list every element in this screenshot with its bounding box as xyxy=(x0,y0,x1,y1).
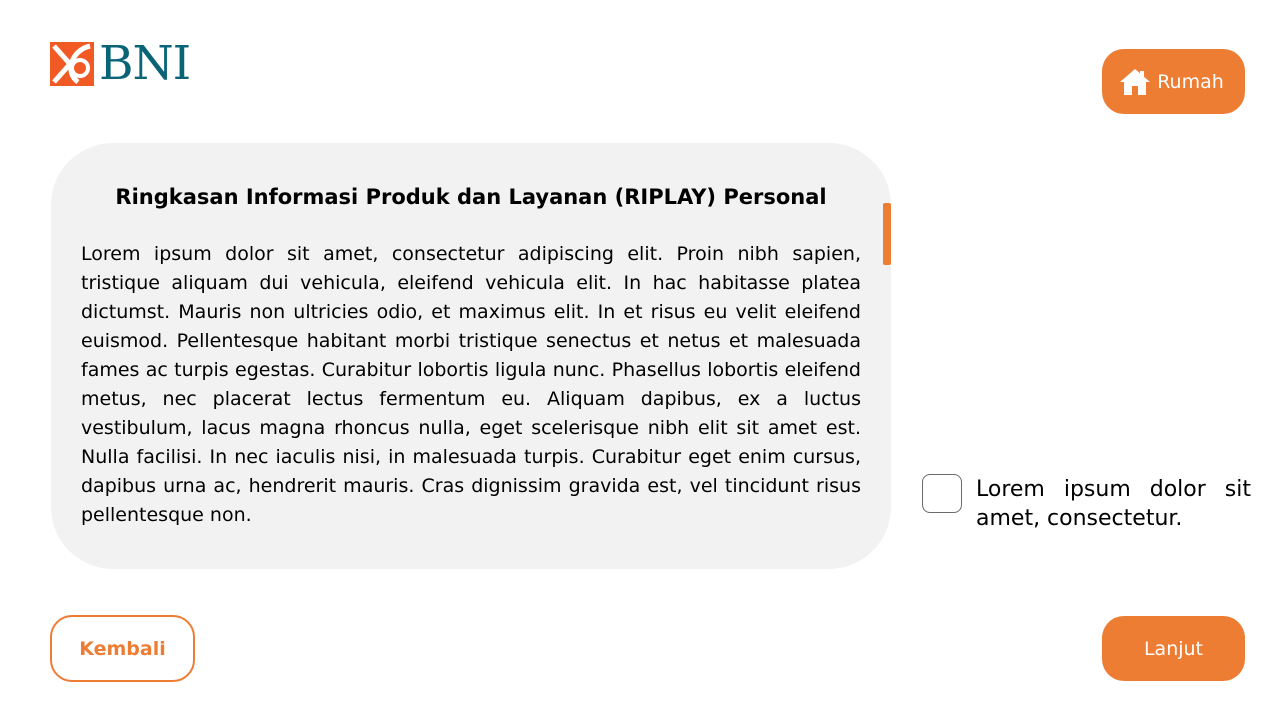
agreement-checkbox[interactable] xyxy=(922,474,962,513)
home-icon xyxy=(1120,68,1151,95)
next-button[interactable]: Lanjut xyxy=(1102,616,1245,681)
riplay-content-panel[interactable]: Ringkasan Informasi Produk dan Layanan (… xyxy=(51,143,891,569)
scrollbar-thumb[interactable] xyxy=(883,203,891,265)
home-button[interactable]: Rumah xyxy=(1102,49,1245,114)
agreement-label: Lorem ipsum dolor sit amet, consectetur. xyxy=(976,477,1251,531)
bni-logo-mark-icon xyxy=(50,42,94,86)
back-button[interactable]: Kembali xyxy=(50,615,195,682)
home-button-label: Rumah xyxy=(1157,70,1224,93)
page-title: Ringkasan Informasi Produk dan Layanan (… xyxy=(115,185,827,209)
riplay-body-text: Lorem ipsum dolor sit amet, consectetur … xyxy=(81,243,861,526)
bni-logo-text: BNI xyxy=(99,36,191,91)
page: BNI Rumah Ringkasan Informasi Produk dan… xyxy=(0,0,1280,720)
bni-logo: BNI xyxy=(50,36,191,91)
